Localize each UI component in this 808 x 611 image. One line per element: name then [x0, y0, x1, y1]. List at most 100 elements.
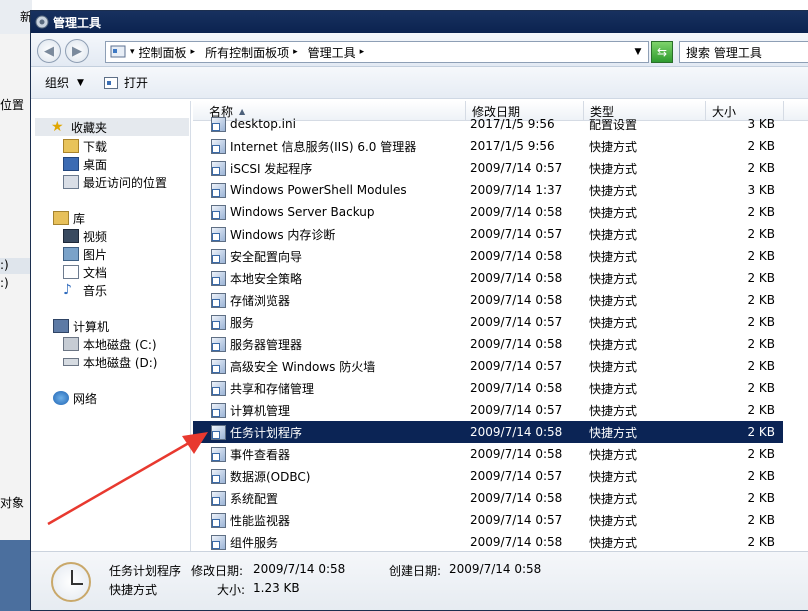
shortcut-icon	[211, 138, 226, 154]
nav-disk-c[interactable]: 本地磁盘 (C:)	[63, 335, 157, 353]
back-button[interactable]: ◀	[37, 39, 61, 63]
nav-documents[interactable]: 文档	[63, 263, 107, 281]
search-input[interactable]: 搜索 管理工具	[679, 41, 808, 63]
file-date: 2009/7/14 0:58	[470, 293, 563, 307]
chevron-down-icon[interactable]: ▸	[360, 47, 365, 57]
file-name: 事件查看器	[230, 447, 291, 462]
table-row[interactable]: Windows PowerShell Modules 2009/7/14 1:37…	[193, 179, 783, 201]
toolbar: 组织 ▼ 打开	[31, 67, 808, 99]
nav-label: 计算机	[73, 319, 110, 334]
nav-label: 桌面	[83, 157, 108, 172]
file-size: 3 KB	[747, 183, 775, 197]
nav-label: 网络	[73, 391, 98, 406]
file-type: 快捷方式	[589, 227, 638, 242]
details-file-type: 快捷方式	[109, 583, 158, 597]
table-row[interactable]: 任务计划程序 2009/7/14 0:58 快捷方式 2 KB	[193, 421, 783, 443]
chevron-down-icon[interactable]: ▸	[191, 47, 196, 57]
video-icon	[63, 229, 79, 243]
file-date: 2009/7/14 0:58	[470, 337, 563, 351]
file-size: 2 KB	[747, 447, 775, 461]
arrow-right-icon: ▶	[72, 43, 82, 59]
table-row[interactable]: 本地安全策略 2009/7/14 0:58 快捷方式 2 KB	[193, 267, 783, 289]
file-date: 2009/7/14 0:58	[470, 205, 563, 219]
breadcrumb-admin-tools[interactable]: 管理工具 ▸	[308, 44, 369, 61]
breadcrumb-control-panel[interactable]: 控制面板 ▸	[139, 44, 200, 61]
table-row[interactable]: 共享和存储管理 2009/7/14 0:58 快捷方式 2 KB	[193, 377, 783, 399]
nav-music[interactable]: ♪ 音乐	[63, 281, 107, 299]
file-size: 2 KB	[747, 205, 775, 219]
background-text: 对象	[0, 496, 25, 510]
network-globe-icon	[53, 391, 69, 405]
file-type: 快捷方式	[589, 381, 638, 396]
table-row[interactable]: Windows 内存诊断 2009/7/14 0:57 快捷方式 2 KB	[193, 223, 783, 245]
recent-places-icon	[63, 175, 79, 189]
table-row[interactable]: 安全配置向导 2009/7/14 0:58 快捷方式 2 KB	[193, 245, 783, 267]
table-row[interactable]: 数据源(ODBC) 2009/7/14 0:57 快捷方式 2 KB	[193, 465, 783, 487]
nav-desktop[interactable]: 桌面	[63, 155, 107, 173]
table-row[interactable]: Internet 信息服务(IIS) 6.0 管理器 2017/1/5 9:56 快…	[193, 135, 783, 157]
file-name-cell: iSCSI 发起程序	[211, 160, 312, 177]
file-size: 2 KB	[747, 403, 775, 417]
file-name-cell: 事件查看器	[211, 446, 290, 463]
windows-drive-icon	[63, 337, 79, 351]
file-name-cell: 数据源(ODBC)	[211, 468, 310, 485]
details-modified-label: 修改日期:	[191, 564, 244, 578]
table-row[interactable]: desktop.ini 2017/1/5 9:56 配置设置 3 KB	[193, 113, 783, 135]
file-name: 服务	[230, 315, 255, 330]
path-input[interactable]: ▾ 控制面板 ▸ 所有控制面板项 ▸ 管理工具 ▸	[105, 41, 649, 63]
library-icon	[53, 211, 69, 225]
title-bar[interactable]: 管理工具	[31, 11, 808, 33]
table-row[interactable]: 存储浏览器 2009/7/14 0:58 快捷方式 2 KB	[193, 289, 783, 311]
file-size: 2 KB	[747, 535, 775, 549]
file-size: 2 KB	[747, 271, 775, 285]
file-type: 快捷方式	[589, 447, 638, 462]
file-type: 快捷方式	[589, 469, 638, 484]
nav-disk-d[interactable]: 本地磁盘 (D:)	[63, 353, 157, 371]
file-size: 2 KB	[747, 161, 775, 175]
breadcrumb-all-items[interactable]: 所有控制面板项 ▸	[205, 44, 302, 61]
organize-label: 组织	[45, 76, 70, 90]
table-row[interactable]: 高级安全 Windows 防火墙 2009/7/14 0:57 快捷方式 2 KB	[193, 355, 783, 377]
file-name: 高级安全 Windows 防火墙	[230, 359, 376, 374]
pictures-icon	[63, 247, 79, 261]
forward-button[interactable]: ▶	[65, 39, 89, 63]
admin-tools-icon	[35, 15, 49, 29]
documents-icon	[63, 265, 79, 279]
table-row[interactable]: Windows Server Backup 2009/7/14 0:58 快捷方式 2…	[193, 201, 783, 223]
breadcrumb-label: 所有控制面板项	[205, 45, 290, 60]
nav-favorites[interactable]: ★ 收藏夹	[35, 118, 189, 136]
file-name: desktop.ini	[230, 117, 296, 131]
table-row[interactable]: 性能监视器 2009/7/14 0:57 快捷方式 2 KB	[193, 509, 783, 531]
file-date: 2009/7/14 0:58	[470, 491, 563, 505]
control-panel-icon	[110, 45, 126, 58]
nav-computer[interactable]: 计算机	[53, 317, 109, 335]
file-name: 服务器管理器	[230, 337, 303, 352]
table-row[interactable]: 组件服务 2009/7/14 0:58 快捷方式 2 KB	[193, 531, 783, 551]
chevron-down-icon[interactable]: ▾	[130, 47, 135, 57]
background-desktop	[0, 540, 32, 611]
file-name: 数据源(ODBC)	[230, 469, 311, 484]
shortcut-icon	[211, 314, 226, 330]
nav-libraries[interactable]: 库	[53, 209, 85, 227]
table-row[interactable]: 服务 2009/7/14 0:57 快捷方式 2 KB	[193, 311, 783, 333]
file-size: 2 KB	[747, 315, 775, 329]
address-dropdown-button[interactable]: ▼	[629, 43, 647, 61]
file-name-cell: 安全配置向导	[211, 248, 302, 265]
nav-pictures[interactable]: 图片	[63, 245, 107, 263]
chevron-down-icon[interactable]: ▸	[293, 47, 298, 57]
table-row[interactable]: 系统配置 2009/7/14 0:58 快捷方式 2 KB	[193, 487, 783, 509]
file-name-cell: 共享和存储管理	[211, 380, 314, 397]
file-name-cell: 存储浏览器	[211, 292, 290, 309]
refresh-button[interactable]: ⇆	[651, 41, 673, 63]
nav-recent[interactable]: 最近访问的位置	[63, 173, 167, 191]
nav-downloads[interactable]: 下载	[63, 137, 107, 155]
table-row[interactable]: 计算机管理 2009/7/14 0:57 快捷方式 2 KB	[193, 399, 783, 421]
nav-network[interactable]: 网络	[53, 389, 97, 407]
nav-videos[interactable]: 视频	[63, 227, 107, 245]
shortcut-icon	[211, 402, 226, 418]
table-row[interactable]: 服务器管理器 2009/7/14 0:58 快捷方式 2 KB	[193, 333, 783, 355]
table-row[interactable]: 事件查看器 2009/7/14 0:58 快捷方式 2 KB	[193, 443, 783, 465]
organize-button[interactable]: 组织 ▼	[45, 74, 84, 91]
open-button[interactable]: 打开	[103, 74, 148, 91]
table-row[interactable]: iSCSI 发起程序 2009/7/14 0:57 快捷方式 2 KB	[193, 157, 783, 179]
